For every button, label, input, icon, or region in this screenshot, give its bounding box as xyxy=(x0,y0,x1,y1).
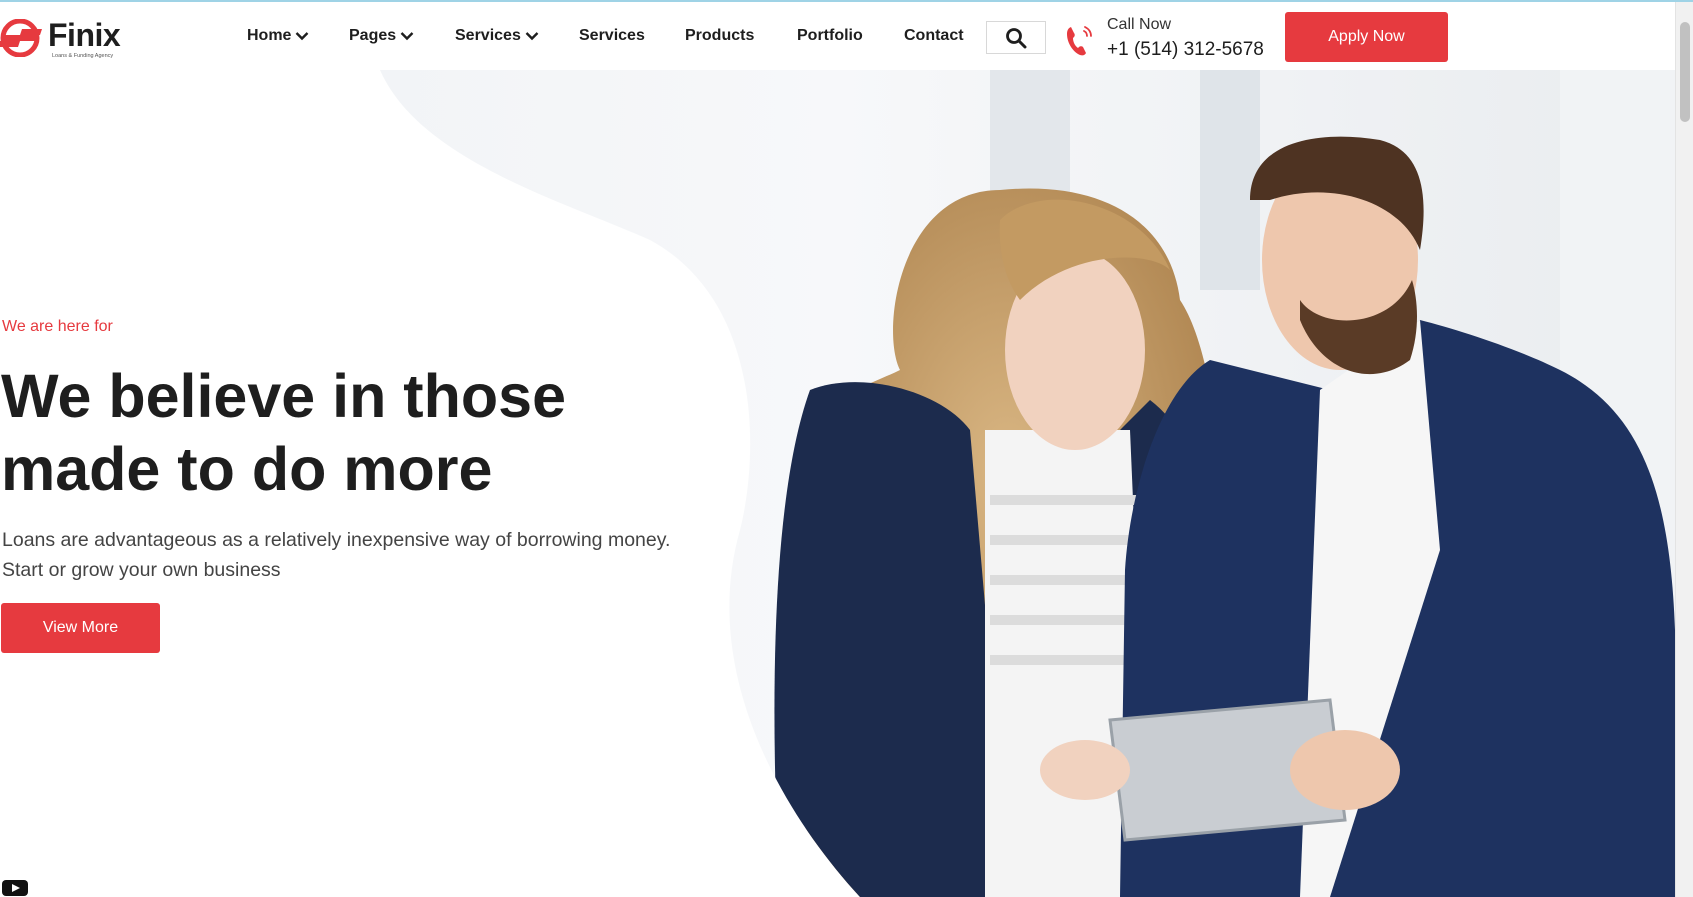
phone-icon xyxy=(1067,26,1092,56)
nav-item-label: Products xyxy=(685,27,755,44)
hero-headline-line: We believe in those xyxy=(1,362,566,430)
hero-lead: Loans are advantageous as a relatively i… xyxy=(2,525,702,585)
hero-lead-line: Loans are advantageous as a relatively i… xyxy=(2,529,671,551)
hero-section: We are here for We believe in those made… xyxy=(0,70,1675,897)
page-scrollbar[interactable] xyxy=(1675,2,1693,897)
chevron-down-icon xyxy=(400,32,414,41)
view-more-button[interactable]: View More xyxy=(1,603,160,653)
phone-number-link[interactable]: +1 (514) 312-5678 xyxy=(1107,39,1264,61)
nav-item-home[interactable]: Home xyxy=(247,27,309,45)
nav-item-services-dropdown[interactable]: Services xyxy=(455,27,539,45)
nav-item-products[interactable]: Products xyxy=(685,27,754,45)
nav-item-portfolio[interactable]: Portfolio xyxy=(797,27,863,45)
nav-item-label: Home xyxy=(247,27,292,44)
nav-item-contact[interactable]: Contact xyxy=(904,27,964,45)
nav-item-services[interactable]: Services xyxy=(579,27,645,45)
nav-item-pages[interactable]: Pages xyxy=(349,27,414,45)
scrollbar-thumb[interactable] xyxy=(1680,22,1690,122)
hero-headline-line: made to do more xyxy=(1,435,493,503)
hero-lead-line: Start or grow your own business xyxy=(2,559,281,581)
hero-headline: We believe in those made to do more xyxy=(1,360,641,506)
apply-now-button[interactable]: Apply Now xyxy=(1285,12,1448,62)
nav-item-label: Pages xyxy=(349,27,397,44)
brand-tagline: Loans & Funding Agency xyxy=(52,53,114,59)
nav-item-label: Services xyxy=(455,27,521,44)
site-header: Finix Loans & Funding Agency Home Pages … xyxy=(0,2,1675,70)
brand-logo[interactable]: Finix Loans & Funding Agency xyxy=(0,16,140,64)
finix-logo-icon xyxy=(0,19,42,57)
nav-item-label: Contact xyxy=(904,27,964,44)
nav-item-label: Services xyxy=(579,27,645,44)
hero-eyebrow: We are here for xyxy=(2,318,113,335)
nav-item-label: Portfolio xyxy=(797,27,863,44)
search-icon xyxy=(1006,27,1027,48)
search-button[interactable] xyxy=(986,21,1046,54)
call-now-label: Call Now xyxy=(1107,16,1172,33)
chevron-down-icon xyxy=(296,32,309,41)
brand-name: Finix xyxy=(48,17,121,53)
chevron-down-icon xyxy=(525,32,539,41)
youtube-icon[interactable] xyxy=(2,880,28,896)
